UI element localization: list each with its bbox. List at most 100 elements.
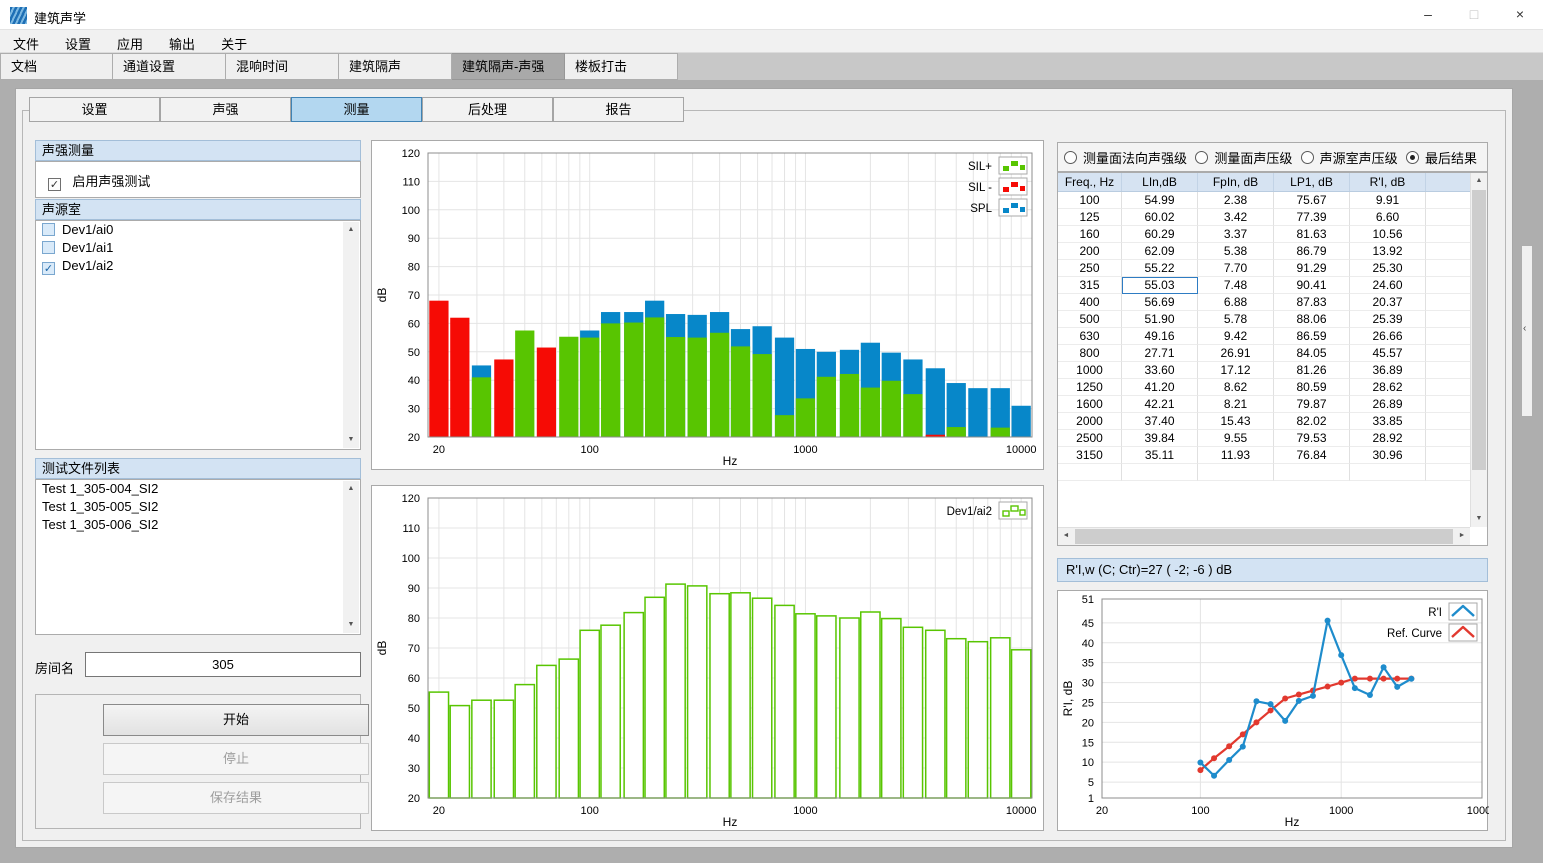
table-cell-3-4[interactable]: 13.92 — [1350, 243, 1426, 260]
table-cell-4-2[interactable]: 7.70 — [1198, 260, 1274, 277]
sub-tab-3[interactable]: 后处理 — [422, 97, 553, 122]
table-cell-6-5[interactable] — [1426, 294, 1471, 311]
table-scroll-right-icon[interactable]: ► — [1454, 528, 1470, 544]
table-cell-5-4[interactable]: 24.60 — [1350, 277, 1426, 294]
table-row-10[interactable]: 100033.6017.1281.2636.89 — [1058, 362, 1487, 379]
channel-checkbox-2[interactable]: ✓ — [42, 262, 55, 275]
table-cell-1-3[interactable]: 77.39 — [1274, 209, 1350, 226]
table-cell-5-3[interactable]: 90.41 — [1274, 277, 1350, 294]
table-row-3[interactable]: 20062.095.3886.7913.92 — [1058, 243, 1487, 260]
main-tab-4[interactable]: 建筑隔声-声强 — [452, 53, 565, 80]
table-cell-12-2[interactable]: 8.21 — [1198, 396, 1274, 413]
table-cell-11-5[interactable] — [1426, 379, 1471, 396]
table-cell-0-4[interactable]: 9.91 — [1350, 192, 1426, 209]
table-row-13[interactable]: 200037.4015.4382.0233.85 — [1058, 413, 1487, 430]
table-cell-8-2[interactable]: 9.42 — [1198, 328, 1274, 345]
table-cell-8-5[interactable] — [1426, 328, 1471, 345]
table-cell-12-0[interactable]: 1600 — [1058, 396, 1122, 413]
table-cell-1-1[interactable]: 60.02 — [1122, 209, 1198, 226]
table-cell-9-0[interactable]: 800 — [1058, 345, 1122, 362]
main-tab-3[interactable]: 建筑隔声 — [339, 53, 452, 80]
table-cell-10-3[interactable]: 81.26 — [1274, 362, 1350, 379]
table-cell-15-5[interactable] — [1426, 447, 1471, 464]
table-cell-15-1[interactable]: 35.11 — [1122, 447, 1198, 464]
table-cell-7-4[interactable]: 25.39 — [1350, 311, 1426, 328]
table-row-8[interactable]: 63049.169.4286.5926.66 — [1058, 328, 1487, 345]
table-cell-1-4[interactable]: 6.60 — [1350, 209, 1426, 226]
table-hscroll-thumb[interactable] — [1075, 529, 1453, 544]
save-results-button[interactable]: 保存结果 — [103, 782, 369, 814]
table-cell-9-3[interactable]: 84.05 — [1274, 345, 1350, 362]
table-cell-3-0[interactable]: 200 — [1058, 243, 1122, 260]
table-cell-4-3[interactable]: 91.29 — [1274, 260, 1350, 277]
room-name-input[interactable] — [85, 652, 361, 677]
table-cell-11-0[interactable]: 1250 — [1058, 379, 1122, 396]
file-list-scrollbar[interactable]: ▲▼ — [343, 481, 359, 633]
table-cell-9-4[interactable]: 45.57 — [1350, 345, 1426, 362]
table-cell-3-1[interactable]: 62.09 — [1122, 243, 1198, 260]
table-row-14[interactable]: 250039.849.5579.5328.92 — [1058, 430, 1487, 447]
stop-button[interactable]: 停止 — [103, 743, 369, 775]
table-cell-14-1[interactable]: 39.84 — [1122, 430, 1198, 447]
radio-circle-1[interactable] — [1195, 151, 1208, 164]
table-row-9[interactable]: 80027.7126.9184.0545.57 — [1058, 345, 1487, 362]
table-row-5[interactable]: 31555.037.4890.4124.60 — [1058, 277, 1487, 294]
menu-item-3[interactable]: 输出 — [156, 30, 208, 53]
table-cell-5-2[interactable]: 7.48 — [1198, 277, 1274, 294]
table-cell-5-0[interactable]: 315 — [1058, 277, 1122, 294]
table-cell-3-3[interactable]: 86.79 — [1274, 243, 1350, 260]
table-cell-8-4[interactable]: 26.66 — [1350, 328, 1426, 345]
table-scroll-up-icon[interactable]: ▲ — [1471, 173, 1487, 189]
table-vscroll-thumb[interactable] — [1472, 190, 1486, 470]
table-cell-2-1[interactable]: 60.29 — [1122, 226, 1198, 243]
menu-item-4[interactable]: 关于 — [208, 30, 260, 53]
table-cell-5-1[interactable]: 55.03 — [1122, 277, 1198, 294]
table-cell-10-2[interactable]: 17.12 — [1198, 362, 1274, 379]
table-cell-1-2[interactable]: 3.42 — [1198, 209, 1274, 226]
table-cell-4-5[interactable] — [1426, 260, 1471, 277]
main-tab-0[interactable]: 文档 — [0, 53, 113, 80]
table-scroll-left-icon[interactable]: ◄ — [1058, 528, 1074, 544]
channel-checkbox-0[interactable] — [42, 223, 55, 236]
main-tab-5[interactable]: 楼板打击 — [565, 53, 678, 80]
table-cell-0-0[interactable]: 100 — [1058, 192, 1122, 209]
table-cell-13-5[interactable] — [1426, 413, 1471, 430]
file-item-0[interactable]: Test 1_305-004_SI2 — [36, 480, 360, 498]
maximize-button[interactable]: □ — [1451, 0, 1497, 30]
table-cell-0-2[interactable]: 2.38 — [1198, 192, 1274, 209]
table-cell-10-5[interactable] — [1426, 362, 1471, 379]
table-cell-8-1[interactable]: 49.16 — [1122, 328, 1198, 345]
main-tab-1[interactable]: 通道设置 — [113, 53, 226, 80]
table-cell-14-4[interactable]: 28.92 — [1350, 430, 1426, 447]
table-cell-8-0[interactable]: 630 — [1058, 328, 1122, 345]
table-cell-4-4[interactable]: 25.30 — [1350, 260, 1426, 277]
table-cell-15-0[interactable]: 3150 — [1058, 447, 1122, 464]
radio-circle-0[interactable] — [1064, 151, 1077, 164]
sub-tab-4[interactable]: 报告 — [553, 97, 684, 122]
table-cell-12-4[interactable]: 26.89 — [1350, 396, 1426, 413]
table-cell-13-1[interactable]: 37.40 — [1122, 413, 1198, 430]
menu-item-0[interactable]: 文件 — [0, 30, 52, 53]
channel-checkbox-1[interactable] — [42, 241, 55, 254]
table-cell-6-0[interactable]: 400 — [1058, 294, 1122, 311]
sub-tab-2[interactable]: 测量 — [291, 97, 422, 122]
table-cell-11-3[interactable]: 80.59 — [1274, 379, 1350, 396]
radio-option-0[interactable]: 测量面法向声强级 — [1064, 148, 1187, 167]
table-scroll-down-icon[interactable]: ▼ — [1471, 511, 1487, 527]
file-item-1[interactable]: Test 1_305-005_SI2 — [36, 498, 360, 516]
start-button[interactable]: 开始 — [103, 704, 369, 736]
minimize-button[interactable]: – — [1405, 0, 1451, 30]
channel-item-0[interactable]: Dev1/ai0 — [36, 221, 360, 239]
table-cell-14-5[interactable] — [1426, 430, 1471, 447]
table-cell-13-2[interactable]: 15.43 — [1198, 413, 1274, 430]
table-cell-7-0[interactable]: 500 — [1058, 311, 1122, 328]
table-cell-11-2[interactable]: 8.62 — [1198, 379, 1274, 396]
table-cell-13-0[interactable]: 2000 — [1058, 413, 1122, 430]
table-row-0[interactable]: 10054.992.3875.679.91 — [1058, 192, 1487, 209]
table-cell-9-1[interactable]: 27.71 — [1122, 345, 1198, 362]
table-cell-15-4[interactable]: 30.96 — [1350, 447, 1426, 464]
menu-item-1[interactable]: 设置 — [52, 30, 104, 53]
table-cell-6-4[interactable]: 20.37 — [1350, 294, 1426, 311]
table-cell-12-5[interactable] — [1426, 396, 1471, 413]
table-cell-2-4[interactable]: 10.56 — [1350, 226, 1426, 243]
